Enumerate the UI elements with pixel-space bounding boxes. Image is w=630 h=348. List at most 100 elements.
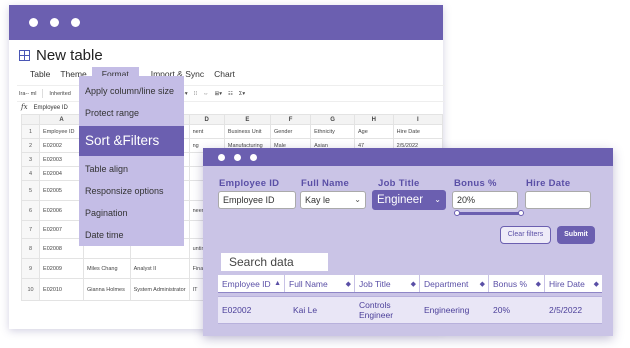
employee-id-input[interactable]: Employee ID xyxy=(218,191,296,209)
sheet-cell[interactable]: E02006 xyxy=(39,200,84,221)
menu-item-sort-filters[interactable]: Sort &Filters xyxy=(79,126,184,156)
sheet-cell[interactable]: E02008 xyxy=(39,238,84,259)
search-input[interactable]: Search data xyxy=(221,253,328,271)
formula-bar[interactable]: fx Employee ID xyxy=(21,103,68,111)
sort-both-icon[interactable]: ◆ xyxy=(346,280,351,288)
sort-both-icon[interactable]: ◆ xyxy=(480,280,485,288)
sheet-title-bar: New table xyxy=(19,47,103,64)
sheet-cell[interactable]: Age xyxy=(353,124,394,139)
link-icon[interactable]: ⇔ xyxy=(203,91,209,97)
sheet-cell[interactable]: E02005 xyxy=(39,180,84,201)
menu-chart[interactable]: Chart xyxy=(209,67,240,82)
full-name-select[interactable]: Kay le ⌄ xyxy=(300,191,366,209)
sort-asc-icon[interactable]: ▲ xyxy=(274,280,281,287)
column-header[interactable]: E xyxy=(223,114,272,125)
sum-icon[interactable]: Σ▾ xyxy=(239,91,245,97)
sheet-cell[interactable]: Hire Date xyxy=(392,124,444,139)
row-number[interactable]: 3 xyxy=(20,152,41,167)
bonus-input[interactable]: 20% xyxy=(452,191,518,209)
row-number[interactable]: 4 xyxy=(20,166,41,181)
menu-item-date-time[interactable]: Date time xyxy=(79,224,184,246)
filter-window-titlebar xyxy=(203,148,613,166)
header-employee-id[interactable]: Employee ID ▲ xyxy=(218,275,285,292)
cell-employee-id: E02002 xyxy=(222,305,252,315)
sheet-cell[interactable]: Miles Chang xyxy=(82,258,131,279)
font-size-select[interactable]: Ira-- ml xyxy=(19,91,36,97)
row-number[interactable]: 5 xyxy=(20,180,41,201)
window-maximize-dot[interactable] xyxy=(250,153,257,161)
window-close-dot[interactable] xyxy=(29,18,38,27)
column-header[interactable]: G xyxy=(310,114,355,125)
sheet-cell[interactable]: E02010 xyxy=(39,278,84,301)
row-number[interactable]: 9 xyxy=(20,258,41,279)
corner-cell[interactable] xyxy=(20,114,41,125)
job-title-select[interactable]: Engineer ⌄ xyxy=(372,190,446,210)
sheet-cell[interactable]: Business Unit xyxy=(223,124,272,139)
row-number[interactable]: 10 xyxy=(20,278,41,301)
formula-value: Employee ID xyxy=(33,105,68,111)
sheet-cell[interactable]: E02002 xyxy=(39,138,84,153)
slider-min-handle[interactable] xyxy=(454,210,460,216)
sheet-cell[interactable]: E02007 xyxy=(39,220,84,239)
fx-icon: fx xyxy=(21,103,28,111)
chevron-down-icon: ⌄ xyxy=(434,195,441,204)
row-number[interactable]: 1 xyxy=(20,124,41,139)
submit-button[interactable]: Submit xyxy=(557,226,595,244)
header-job-title[interactable]: Job Title ◆ xyxy=(355,275,420,292)
row-number[interactable]: 6 xyxy=(20,200,41,221)
sheet-cell[interactable]: E02004 xyxy=(39,166,84,181)
header-bonus[interactable]: Bonus % ◆ xyxy=(489,275,545,292)
menu-item-responsive-options[interactable]: Responsize options xyxy=(79,180,184,202)
cell-hire-date: 2/5/2022 xyxy=(549,305,583,315)
sheet-cell[interactable]: Gender xyxy=(270,124,312,139)
header-hire-date[interactable]: Hire Date ◆ xyxy=(545,275,602,292)
sheet-cell[interactable]: Employee ID xyxy=(39,124,84,139)
format-dropdown-menu: Apply column/line size Protect range Sor… xyxy=(79,76,184,246)
header-full-name[interactable]: Full Name ◆ xyxy=(285,275,355,292)
row-number[interactable]: 2 xyxy=(20,138,41,153)
cell-full-name: Kai Le xyxy=(293,305,318,315)
full-name-value: Kay le xyxy=(305,195,331,205)
menu-item-pagination[interactable]: Pagination xyxy=(79,202,184,224)
sort-both-icon[interactable]: ◆ xyxy=(594,280,599,288)
sheet-cell[interactable]: Analyst II xyxy=(129,258,190,279)
sheet-cell[interactable]: System Administrator xyxy=(129,278,190,301)
sheet-cell[interactable]: Gianna Holmes xyxy=(82,278,131,301)
results-table: Employee ID ▲ Full Name ◆ Job Title ◆ Depar… xyxy=(218,275,602,324)
column-header[interactable]: A xyxy=(39,114,84,125)
merge-icon[interactable]: ⁝⁝ xyxy=(194,91,198,97)
menu-item-apply-size[interactable]: Apply column/line size xyxy=(79,80,184,102)
cell-job-title: Controls Engineer xyxy=(359,300,394,320)
column-header[interactable]: F xyxy=(270,114,312,125)
cell-department: Engineering xyxy=(424,305,470,315)
bonus-range-slider[interactable] xyxy=(454,210,524,216)
sort-both-icon[interactable]: ◆ xyxy=(411,280,416,288)
column-header[interactable]: D xyxy=(188,114,225,125)
full-name-label: Full Name xyxy=(301,178,350,189)
slider-max-handle[interactable] xyxy=(518,210,524,216)
window-minimize-dot[interactable] xyxy=(50,18,59,27)
header-department[interactable]: Department ◆ xyxy=(420,275,489,292)
window-maximize-dot[interactable] xyxy=(71,18,80,27)
row-number[interactable]: 8 xyxy=(20,238,41,259)
sheet-cell[interactable]: E02009 xyxy=(39,258,84,279)
table-row[interactable]: E02002 Kai Le Controls Engineer Engineer… xyxy=(218,296,602,324)
menu-item-protect-range[interactable]: Protect range xyxy=(79,102,184,124)
column-header[interactable]: I xyxy=(392,114,444,125)
filter-icon[interactable]: ☷ xyxy=(228,91,233,97)
column-header[interactable]: H xyxy=(353,114,394,125)
clear-filters-button[interactable]: Clear filters xyxy=(500,226,551,244)
sheet-cell[interactable]: Ethnicity xyxy=(310,124,355,139)
font-select[interactable]: Inherited xyxy=(49,91,70,97)
menu-table[interactable]: Table xyxy=(25,67,55,82)
sort-both-icon[interactable]: ◆ xyxy=(536,280,541,288)
menu-item-table-align[interactable]: Table align xyxy=(79,158,184,180)
window-minimize-dot[interactable] xyxy=(234,153,241,161)
sheet-cell[interactable]: E02003 xyxy=(39,152,84,167)
window-close-dot[interactable] xyxy=(218,153,225,161)
row-number[interactable]: 7 xyxy=(20,220,41,239)
sheet-cell[interactable]: nent xyxy=(188,124,225,139)
hire-date-input[interactable] xyxy=(525,191,591,209)
bonus-label: Bonus % xyxy=(454,178,497,189)
borders-icon[interactable]: ⊞▾ xyxy=(215,91,222,97)
